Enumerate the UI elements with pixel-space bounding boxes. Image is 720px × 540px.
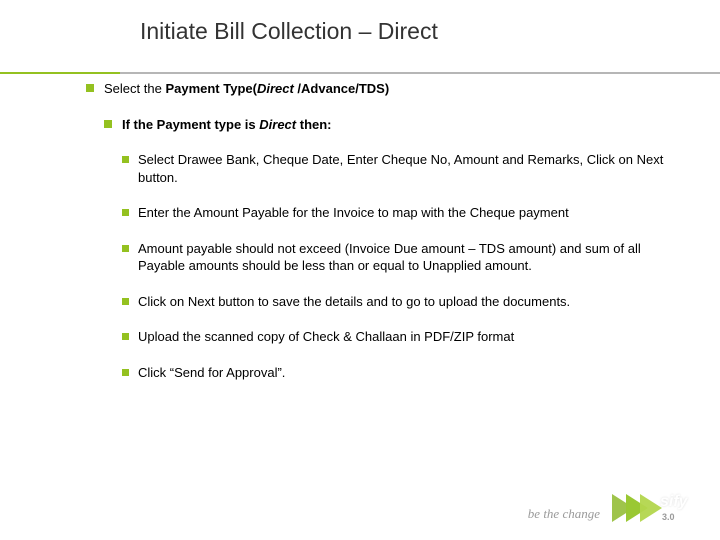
text: Amount payable should not exceed (Invoic… bbox=[138, 241, 641, 274]
text-bold-italic: Direct bbox=[259, 117, 296, 132]
bullet-list-level2: If the Payment type is Direct then: Sele… bbox=[104, 116, 666, 382]
list-item: Enter the Amount Payable for the Invoice… bbox=[122, 204, 666, 222]
text-bold-italic: Direct bbox=[257, 81, 294, 96]
bullet-list-level3: Select Drawee Bank, Cheque Date, Enter C… bbox=[122, 151, 666, 381]
list-item: If the Payment type is Direct then: Sele… bbox=[104, 116, 666, 382]
list-item: Click on Next button to save the details… bbox=[122, 293, 666, 311]
slide-title: Initiate Bill Collection – Direct bbox=[0, 18, 720, 49]
text: Click “Send for Approval”. bbox=[138, 365, 285, 380]
text: Select Drawee Bank, Cheque Date, Enter C… bbox=[138, 152, 663, 185]
brand-logo: sify ® 3.0 bbox=[612, 486, 698, 530]
text-bold: Payment Type( bbox=[165, 81, 257, 96]
text: Upload the scanned copy of Check & Chall… bbox=[138, 329, 514, 344]
list-item: Amount payable should not exceed (Invoic… bbox=[122, 240, 666, 275]
text-bold: then: bbox=[296, 117, 331, 132]
logo-label: sify bbox=[660, 493, 688, 511]
text: Click on Next button to save the details… bbox=[138, 294, 570, 309]
list-item: Click “Send for Approval”. bbox=[122, 364, 666, 382]
bullet-list-level1: Select the Payment Type(Direct /Advance/… bbox=[86, 80, 666, 381]
text-bold: If the Payment type is bbox=[122, 117, 259, 132]
list-item: Upload the scanned copy of Check & Chall… bbox=[122, 328, 666, 346]
text-bold: ) bbox=[385, 81, 389, 96]
content-area: Select the Payment Type(Direct /Advance/… bbox=[86, 80, 666, 399]
list-item: Select Drawee Bank, Cheque Date, Enter C… bbox=[122, 151, 666, 186]
logo-arrow-icon bbox=[640, 494, 662, 522]
text-bold: /Advance/TDS bbox=[294, 81, 385, 96]
title-block: Initiate Bill Collection – Direct bbox=[0, 18, 720, 49]
text: Select the bbox=[104, 81, 165, 96]
slide: Initiate Bill Collection – Direct Select… bbox=[0, 0, 720, 540]
text: Enter the Amount Payable for the Invoice… bbox=[138, 205, 569, 220]
list-item: Select the Payment Type(Direct /Advance/… bbox=[86, 80, 666, 381]
title-underline-green bbox=[0, 72, 120, 74]
logo-trademark: ® bbox=[685, 492, 690, 499]
logo-subtext: 3.0 bbox=[662, 512, 675, 522]
footer-tagline: be the change bbox=[528, 506, 600, 522]
